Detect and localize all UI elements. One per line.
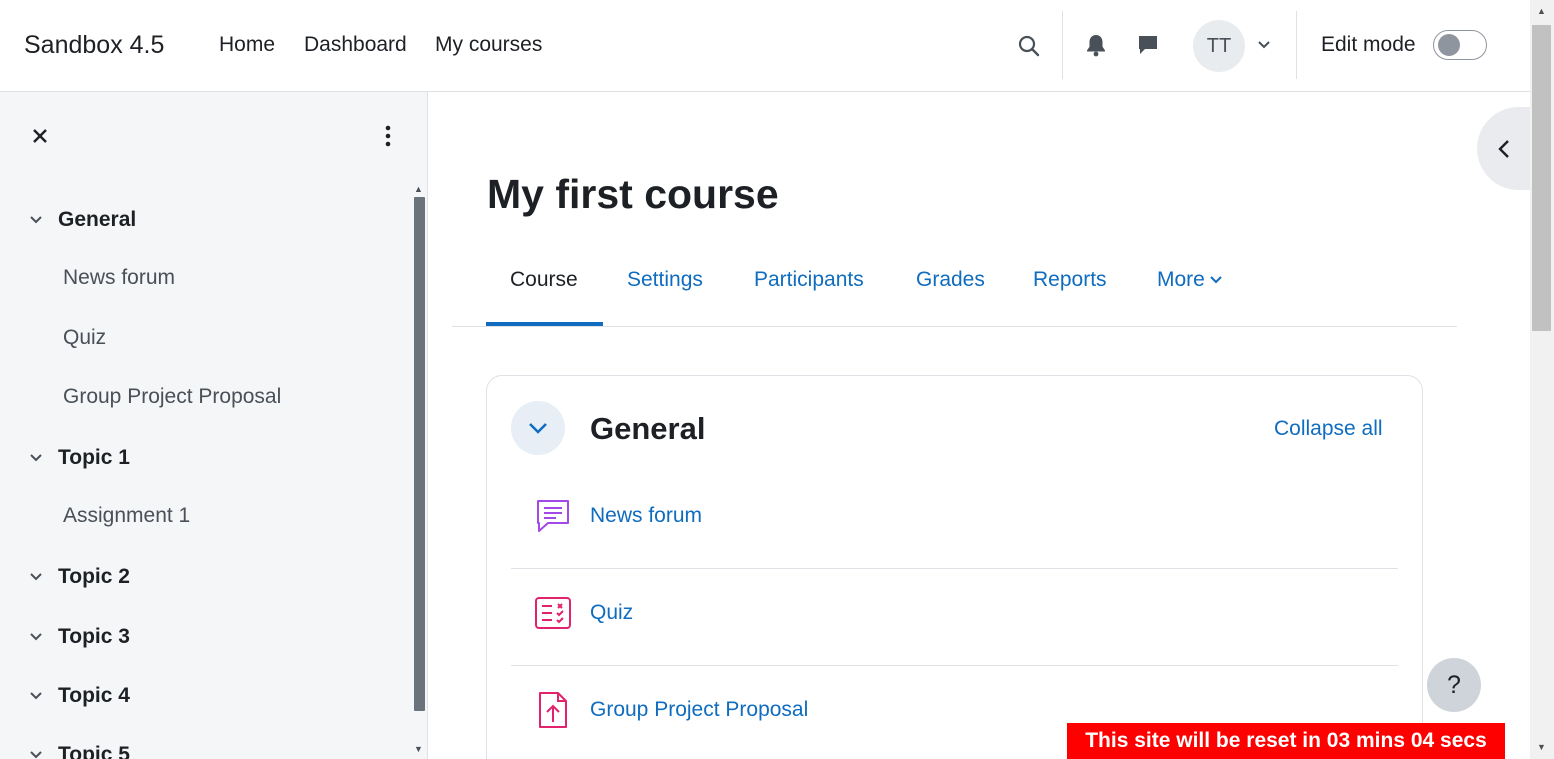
tab-more[interactable]: More: [1157, 268, 1222, 292]
index-item-group-project-proposal[interactable]: Group Project Proposal: [63, 385, 281, 409]
chevron-down-icon: [26, 567, 46, 587]
edit-mode-label: Edit mode: [1321, 33, 1416, 56]
index-item-quiz[interactable]: Quiz: [63, 326, 106, 350]
index-section-label: Topic 3: [58, 625, 130, 648]
forum-icon: [533, 496, 573, 536]
index-section-topic-3[interactable]: Topic 3: [26, 622, 130, 652]
chevron-down-icon: [1210, 276, 1222, 284]
chevron-down-icon: [529, 423, 547, 434]
index-section-label: Topic 2: [58, 565, 130, 588]
active-tab-indicator: [486, 322, 603, 326]
page-scrollbar-thumb[interactable]: [1532, 25, 1551, 331]
course-secondary-nav: Course Settings Participants Grades Repo…: [452, 255, 1457, 327]
help-button[interactable]: ?: [1427, 658, 1481, 712]
activity-link-quiz[interactable]: Quiz: [590, 601, 633, 625]
site-brand[interactable]: Sandbox 4.5: [24, 31, 164, 60]
course-section-card: General Collapse all News forum Quiz Gro…: [486, 375, 1423, 759]
chevron-down-icon: [26, 686, 46, 706]
search-icon[interactable]: [1014, 31, 1044, 61]
nav-my-courses-link[interactable]: My courses: [435, 33, 542, 57]
activity-link-news-forum[interactable]: News forum: [590, 504, 702, 528]
index-section-topic-2[interactable]: Topic 2: [26, 562, 130, 592]
tab-participants[interactable]: Participants: [754, 268, 864, 292]
scroll-down-arrow-icon[interactable]: ▼: [1537, 742, 1546, 752]
chevron-down-icon: [26, 210, 46, 230]
section-title: General: [590, 411, 706, 446]
messages-icon[interactable]: [1134, 31, 1162, 59]
drawer-scrollbar-thumb[interactable]: [414, 197, 425, 711]
user-avatar[interactable]: TT: [1193, 20, 1245, 72]
index-section-label: Topic 5: [58, 743, 130, 759]
navbar-divider: [1062, 11, 1063, 79]
close-icon[interactable]: [26, 122, 54, 150]
chevron-down-icon: [26, 448, 46, 468]
collapse-all-link[interactable]: Collapse all: [1274, 417, 1383, 441]
index-section-label: Topic 4: [58, 684, 130, 707]
index-item-news-forum[interactable]: News forum: [63, 266, 175, 290]
tab-settings[interactable]: Settings: [627, 268, 703, 292]
chevron-down-icon[interactable]: [1254, 35, 1274, 55]
bell-icon[interactable]: [1082, 31, 1110, 59]
scroll-up-arrow-icon[interactable]: ▲: [1537, 6, 1546, 16]
chevron-down-icon: [26, 745, 46, 759]
index-section-label: Topic 1: [58, 446, 130, 469]
scroll-up-arrow-icon[interactable]: ▲: [414, 184, 423, 194]
activity-link-group-project-proposal[interactable]: Group Project Proposal: [590, 698, 808, 722]
index-section-topic-4[interactable]: Topic 4: [26, 681, 130, 711]
quiz-icon: [533, 593, 573, 633]
index-item-assignment-1[interactable]: Assignment 1: [63, 504, 190, 528]
nav-home-link[interactable]: Home: [219, 33, 275, 57]
kebab-menu-icon[interactable]: [376, 122, 400, 150]
tab-more-label: More: [1157, 268, 1205, 291]
index-section-general[interactable]: General: [26, 205, 136, 235]
chevron-down-icon: [26, 627, 46, 647]
page-title: My first course: [487, 171, 779, 217]
navbar-divider: [1296, 11, 1297, 79]
index-section-topic-1[interactable]: Topic 1: [26, 443, 130, 473]
nav-dashboard-link[interactable]: Dashboard: [304, 33, 407, 57]
chevron-left-icon: [1498, 139, 1509, 158]
tab-reports[interactable]: Reports: [1033, 268, 1107, 292]
assignment-upload-icon: [533, 690, 573, 730]
tab-course[interactable]: Course: [510, 268, 578, 292]
scroll-down-arrow-icon[interactable]: ▼: [414, 744, 423, 754]
index-section-topic-5[interactable]: Topic 5: [26, 740, 130, 759]
edit-mode-toggle[interactable]: [1433, 30, 1487, 60]
toggle-knob: [1438, 34, 1460, 56]
index-section-label: General: [58, 208, 137, 231]
tab-grades[interactable]: Grades: [916, 268, 985, 292]
activity-row: News forum: [511, 472, 1398, 569]
section-collapse-button[interactable]: [511, 401, 565, 455]
reset-countdown-banner: This site will be reset in 03 mins 04 se…: [1067, 723, 1505, 759]
course-index-drawer: General News forum Quiz Group Project Pr…: [0, 92, 428, 759]
top-navbar: Sandbox 4.5 Home Dashboard My courses TT…: [0, 0, 1530, 92]
activity-row: Quiz: [511, 569, 1398, 666]
